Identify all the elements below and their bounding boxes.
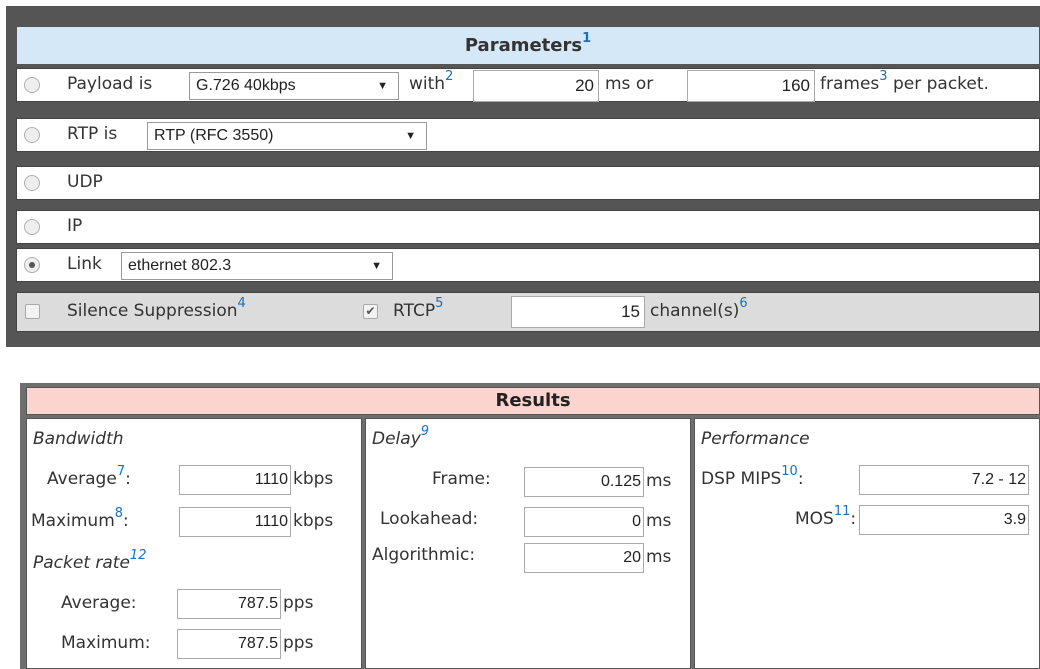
ip-row: IP <box>16 210 1040 244</box>
packet-rate-heading: Packet rate12 <box>33 548 147 573</box>
packet-rate-maximum-unit: pps <box>283 633 314 653</box>
payload-label: Payload is <box>67 74 153 94</box>
ip-label: IP <box>67 216 83 236</box>
mos-value: 3.9 <box>859 505 1029 535</box>
link-select[interactable]: ethernet 802.3 ▼ <box>121 252 393 280</box>
rtcp-label: RTCP5 <box>393 296 444 321</box>
dsp-mips-label: DSP MIPS10: <box>701 464 804 489</box>
delay-lookahead-label: Lookahead: <box>380 509 479 529</box>
rtp-radio[interactable] <box>24 127 40 143</box>
delay-algorithmic-value: 20 <box>524 543 644 573</box>
packet-rate-maximum-value: 787.5 <box>177 629 281 659</box>
delay-frame-value: 0.125 <box>524 467 644 497</box>
packet-rate-average-unit: pps <box>283 593 314 613</box>
delay-algorithmic-label: Algorithmic: <box>372 545 476 565</box>
footnote-link[interactable]: 4 <box>238 296 246 311</box>
udp-label: UDP <box>67 172 103 192</box>
delay-algorithmic-unit: ms <box>646 547 672 567</box>
footnote-link[interactable]: 3 <box>879 69 887 84</box>
packet-rate-maximum-label: Maximum: <box>61 633 151 653</box>
delay-frame-unit: ms <box>646 471 672 491</box>
footnote-link[interactable]: 5 <box>435 296 443 311</box>
frames-label: frames3 per packet. <box>820 69 989 94</box>
delay-frame-label: Frame: <box>432 469 491 489</box>
footnote-link[interactable]: 6 <box>739 296 747 311</box>
performance-column: Performance DSP MIPS10: 7.2 - 12 MOS11: … <box>694 418 1040 669</box>
footnote-link[interactable]: 11 <box>834 504 851 519</box>
rtp-select[interactable]: RTP (RFC 3550) ▼ <box>147 122 427 150</box>
footnote-link[interactable]: 8 <box>115 506 123 521</box>
channels-label: channel(s)6 <box>650 296 748 321</box>
udp-radio[interactable] <box>24 175 40 191</box>
link-row: Link ethernet 802.3 ▼ <box>16 248 1040 282</box>
rtcp-checkbox[interactable]: ✔ <box>363 304 378 319</box>
channels-input[interactable]: 15 <box>511 296 645 328</box>
link-label: Link <box>67 254 102 274</box>
ms-or-label: ms or <box>605 74 654 94</box>
footnote-link[interactable]: 7 <box>117 464 125 479</box>
chevron-down-icon: ▼ <box>371 260 382 272</box>
footnote-link[interactable]: 2 <box>445 69 453 84</box>
packet-rate-average-value: 787.5 <box>177 589 281 619</box>
delay-column: Delay9 Frame: 0.125 ms Lookahead: 0 ms A… <box>365 418 691 669</box>
delay-heading: Delay9 <box>372 424 430 449</box>
footnote-link[interactable]: 1 <box>582 31 591 46</box>
bandwidth-average-label: Average7: <box>47 464 131 489</box>
payload-row: Payload is G.726 40kbps ▼ with2 20 ms or… <box>16 68 1040 102</box>
frames-input[interactable]: 160 <box>687 70 815 102</box>
with-label: with2 <box>409 69 454 94</box>
chevron-down-icon: ▼ <box>377 80 388 92</box>
options-row: Silence Suppression4 ✔ RTCP5 15 channel(… <box>16 292 1040 332</box>
codec-select[interactable]: G.726 40kbps ▼ <box>189 72 399 100</box>
chevron-down-icon: ▼ <box>405 130 416 142</box>
silence-suppression-label: Silence Suppression4 <box>67 296 246 321</box>
delay-lookahead-value: 0 <box>524 507 644 537</box>
bandwidth-column: Bandwidth Average7: 1110 kbps Maximum8: … <box>26 418 362 669</box>
bandwidth-average-unit: kbps <box>293 469 334 489</box>
udp-row: UDP <box>16 166 1040 200</box>
bandwidth-maximum-value: 1110 <box>179 507 291 537</box>
packet-rate-average-label: Average: <box>61 593 137 613</box>
link-radio[interactable] <box>24 257 40 273</box>
performance-heading: Performance <box>701 429 810 449</box>
rtp-row: RTP is RTP (RFC 3550) ▼ <box>16 118 1040 152</box>
mos-label: MOS11: <box>795 504 857 529</box>
silence-suppression-checkbox[interactable] <box>25 304 40 319</box>
footnote-link[interactable]: 9 <box>421 424 429 439</box>
bandwidth-heading: Bandwidth <box>33 429 124 449</box>
delay-lookahead-unit: ms <box>646 511 672 531</box>
bandwidth-average-value: 1110 <box>179 465 291 495</box>
ip-radio[interactable] <box>24 219 40 235</box>
ms-input[interactable]: 20 <box>473 70 599 102</box>
bandwidth-maximum-unit: kbps <box>293 511 334 531</box>
payload-radio[interactable] <box>24 77 40 93</box>
dsp-mips-value: 7.2 - 12 <box>859 465 1029 495</box>
footnote-link[interactable]: 12 <box>130 548 147 563</box>
results-title: Results <box>26 387 1040 415</box>
parameters-title: Parameters1 <box>16 26 1040 65</box>
rtp-label: RTP is <box>67 124 118 144</box>
footnote-link[interactable]: 10 <box>781 464 798 479</box>
bandwidth-maximum-label: Maximum8: <box>31 506 129 531</box>
